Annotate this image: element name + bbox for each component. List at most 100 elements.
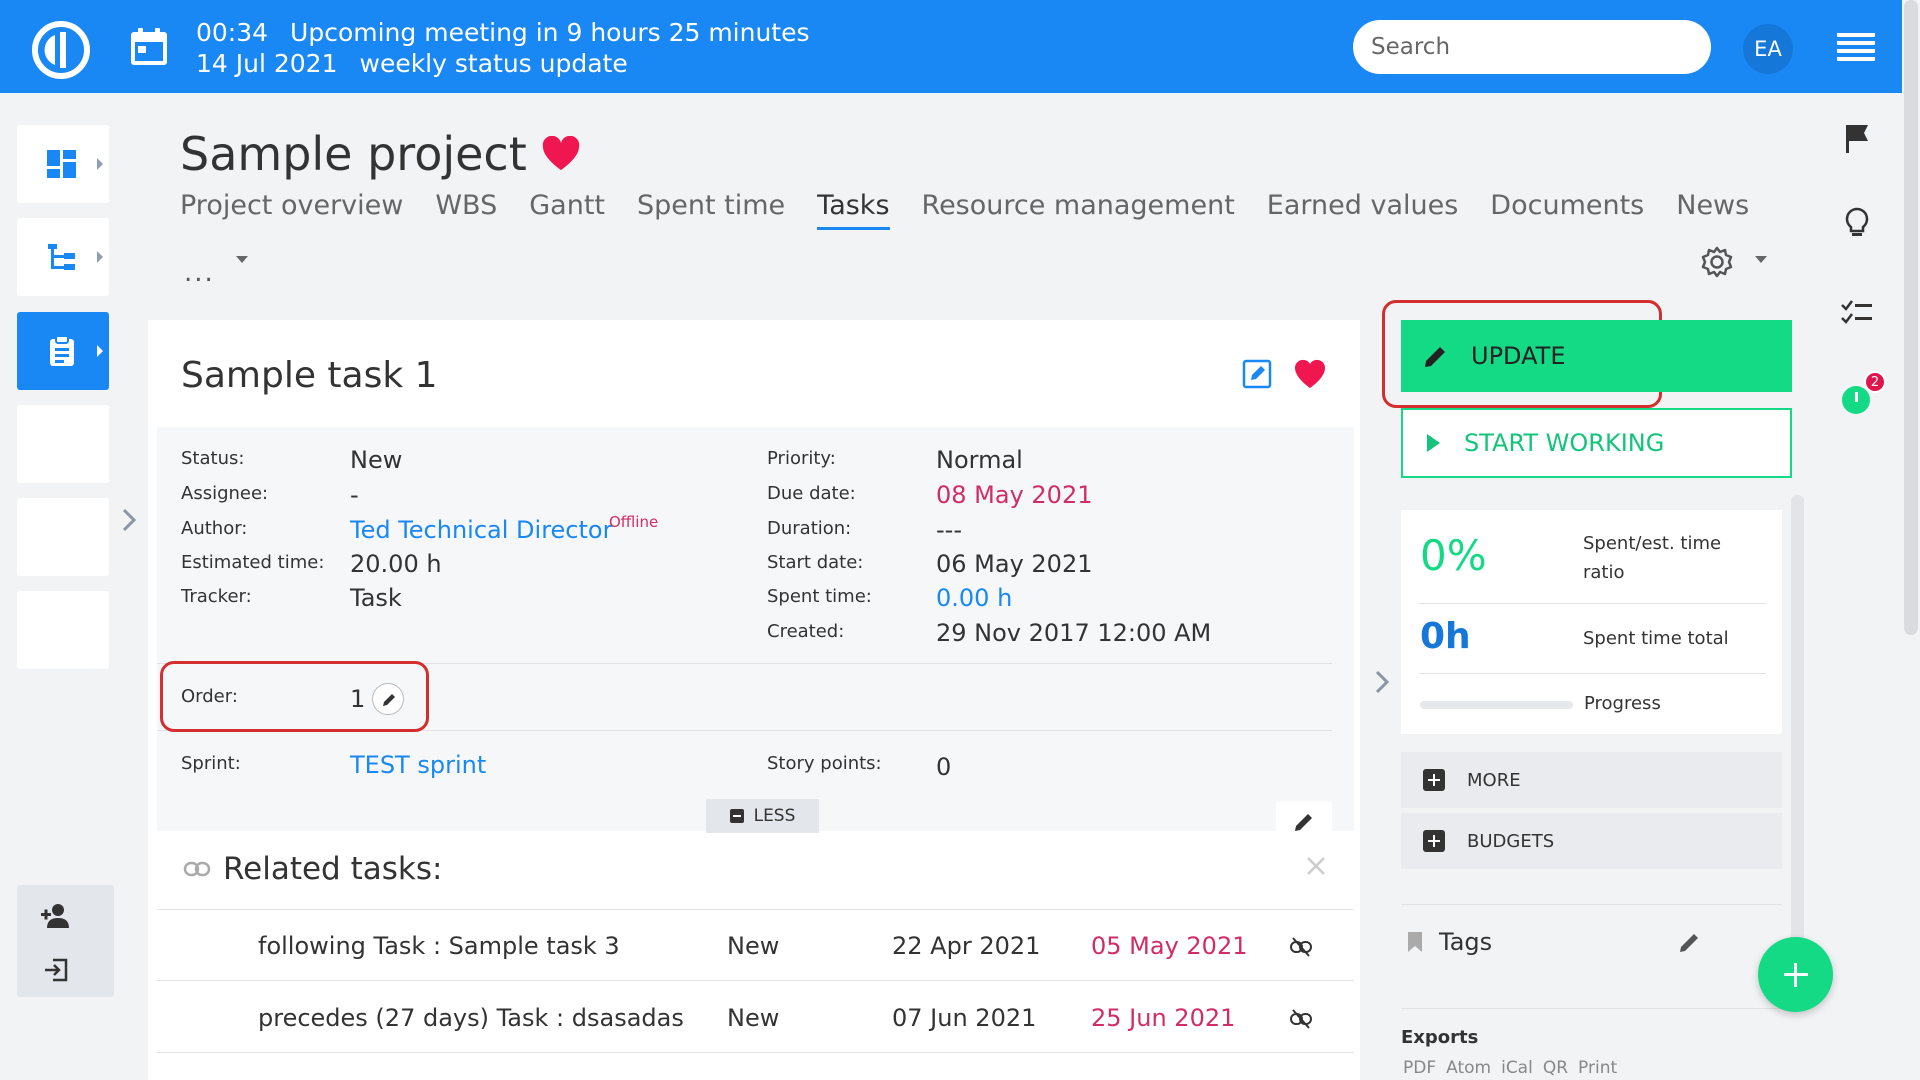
- tab-resource-management[interactable]: Resource management: [922, 190, 1235, 230]
- page-scrollbar[interactable]: [1904, 0, 1918, 635]
- exports-title: Exports: [1401, 1027, 1479, 1048]
- calendar-icon[interactable]: [128, 26, 170, 68]
- tab-tasks[interactable]: Tasks: [817, 190, 890, 230]
- less-label: LESS: [753, 806, 796, 826]
- due-date-label: Due date:: [767, 483, 856, 504]
- related-tasks-title: Related tasks:: [223, 851, 443, 887]
- less-button[interactable]: LESS: [706, 799, 819, 833]
- sidebar-expand-icon[interactable]: [120, 505, 138, 535]
- checklist-icon[interactable]: [1840, 296, 1874, 330]
- more-caret-icon[interactable]: [236, 256, 248, 263]
- meeting-time: 00:34: [196, 18, 269, 47]
- project-title-row: Sample project: [180, 127, 581, 181]
- sidebar-item-empty-1[interactable]: [17, 405, 109, 483]
- tab-news[interactable]: News: [1676, 190, 1749, 230]
- meeting-details[interactable]: 14 Jul 2021 weekly status update: [196, 49, 628, 78]
- sidebar-item-empty-3[interactable]: [17, 591, 109, 669]
- logout-icon[interactable]: [43, 957, 69, 983]
- settings-gear-icon[interactable]: [1700, 245, 1734, 279]
- unlink-icon[interactable]: [1289, 936, 1313, 958]
- progress-bar: [1420, 701, 1573, 709]
- assignee-label: Assignee:: [181, 483, 269, 504]
- tags-section: Tags: [1407, 928, 1492, 956]
- add-user-icon[interactable]: [41, 903, 71, 929]
- export-pdf[interactable]: PDF: [1403, 1058, 1436, 1078]
- related-task-status: New: [727, 932, 780, 960]
- order-highlight-box: [160, 661, 429, 732]
- search-input[interactable]: [1353, 20, 1711, 74]
- user-avatar[interactable]: EA: [1743, 24, 1793, 74]
- hamburger-menu-icon[interactable]: [1837, 33, 1875, 61]
- hierarchy-icon: [48, 244, 75, 270]
- export-print[interactable]: Print: [1578, 1058, 1617, 1078]
- progress-label: Progress: [1584, 693, 1661, 714]
- lightbulb-icon[interactable]: [1840, 206, 1874, 240]
- sidebar-item-dashboard[interactable]: [17, 125, 109, 203]
- edit-task-icon[interactable]: [1241, 358, 1273, 390]
- task-title: Sample task 1: [181, 355, 438, 396]
- estimated-time-value: 20.00 h: [350, 550, 442, 578]
- project-title: Sample project: [180, 127, 527, 181]
- export-atom[interactable]: Atom: [1446, 1058, 1491, 1078]
- flag-icon[interactable]: [1840, 122, 1874, 156]
- top-bar: 00:34 Upcoming meeting in 9 hours 25 minu…: [0, 0, 1902, 93]
- created-label: Created:: [767, 621, 845, 642]
- dashboard-icon: [47, 150, 76, 178]
- more-accordion[interactable]: MORE: [1401, 752, 1782, 808]
- sidebar-bottom-actions: [17, 885, 114, 997]
- divider: [1419, 673, 1766, 674]
- related-task-start: 07 Jun 2021: [892, 1004, 1037, 1032]
- minus-icon: [729, 809, 744, 823]
- related-task-name[interactable]: following Task : Sample task 3: [258, 932, 620, 960]
- spent-total-label: Spent time total: [1583, 628, 1729, 649]
- duration-value: ---: [936, 516, 962, 544]
- start-date-label: Start date:: [767, 552, 864, 573]
- update-label: UPDATE: [1471, 342, 1566, 370]
- unlink-icon[interactable]: [1289, 1008, 1313, 1030]
- sidebar-item-empty-2[interactable]: [17, 498, 109, 576]
- add-fab-button[interactable]: [1758, 937, 1833, 1012]
- related-task-name[interactable]: precedes (27 days) Task : dsasadas: [258, 1004, 684, 1032]
- settings-caret-icon[interactable]: [1755, 256, 1767, 263]
- export-ical[interactable]: iCal: [1501, 1058, 1533, 1078]
- divider: [1401, 1008, 1782, 1009]
- sprint-label: Sprint:: [181, 753, 241, 774]
- author-value[interactable]: Ted Technical Director: [350, 516, 612, 544]
- tab-wbs[interactable]: WBS: [435, 190, 497, 230]
- task-favorite-icon[interactable]: [1293, 358, 1327, 390]
- tab-project-overview[interactable]: Project overview: [180, 190, 403, 230]
- app-logo-icon[interactable]: [31, 20, 91, 80]
- sprint-link[interactable]: TEST sprint: [350, 751, 486, 779]
- spent-time-label: Spent time:: [767, 586, 872, 607]
- duration-label: Duration:: [767, 518, 852, 539]
- tab-documents[interactable]: Documents: [1490, 190, 1644, 230]
- sidebar-item-tasks[interactable]: [17, 312, 109, 390]
- close-icon[interactable]: [1305, 855, 1327, 877]
- start-working-button[interactable]: START WORKING: [1401, 408, 1792, 478]
- budgets-accordion[interactable]: BUDGETS: [1401, 813, 1782, 869]
- update-button[interactable]: UPDATE: [1401, 320, 1792, 392]
- ratio-value: 0%: [1420, 531, 1487, 580]
- export-qr[interactable]: QR: [1543, 1058, 1568, 1078]
- plus-icon: [1423, 769, 1445, 791]
- edit-tags-icon[interactable]: [1678, 930, 1702, 954]
- assignee-value: -: [350, 481, 359, 509]
- story-points-label: Story points:: [767, 753, 882, 774]
- favorite-heart-icon[interactable]: [541, 136, 581, 172]
- story-points-value[interactable]: 0: [936, 753, 951, 781]
- upcoming-meeting[interactable]: 00:34 Upcoming meeting in 9 hours 25 minu…: [196, 18, 810, 47]
- related-tasks-header: Related tasks:: [183, 851, 442, 887]
- tab-spent-time[interactable]: Spent time: [637, 190, 785, 230]
- more-menu-button[interactable]: ...: [184, 258, 215, 288]
- sidebar-item-wbs[interactable]: [17, 218, 109, 296]
- priority-label: Priority:: [767, 448, 836, 469]
- tab-gantt[interactable]: Gantt: [529, 190, 605, 230]
- ratio-label: Spent/est. time ratio: [1583, 533, 1722, 583]
- edit-attributes-button[interactable]: [1276, 801, 1332, 841]
- sidebar-scrollbar[interactable]: [1791, 495, 1804, 965]
- collapse-sidebar-icon[interactable]: [1373, 668, 1391, 696]
- spent-time-value[interactable]: 0.00 h: [936, 584, 1012, 612]
- tab-earned-values[interactable]: Earned values: [1267, 190, 1459, 230]
- exports-links: PDF Atom iCal QR Print: [1403, 1058, 1627, 1078]
- timer-badge: 2: [1864, 371, 1886, 393]
